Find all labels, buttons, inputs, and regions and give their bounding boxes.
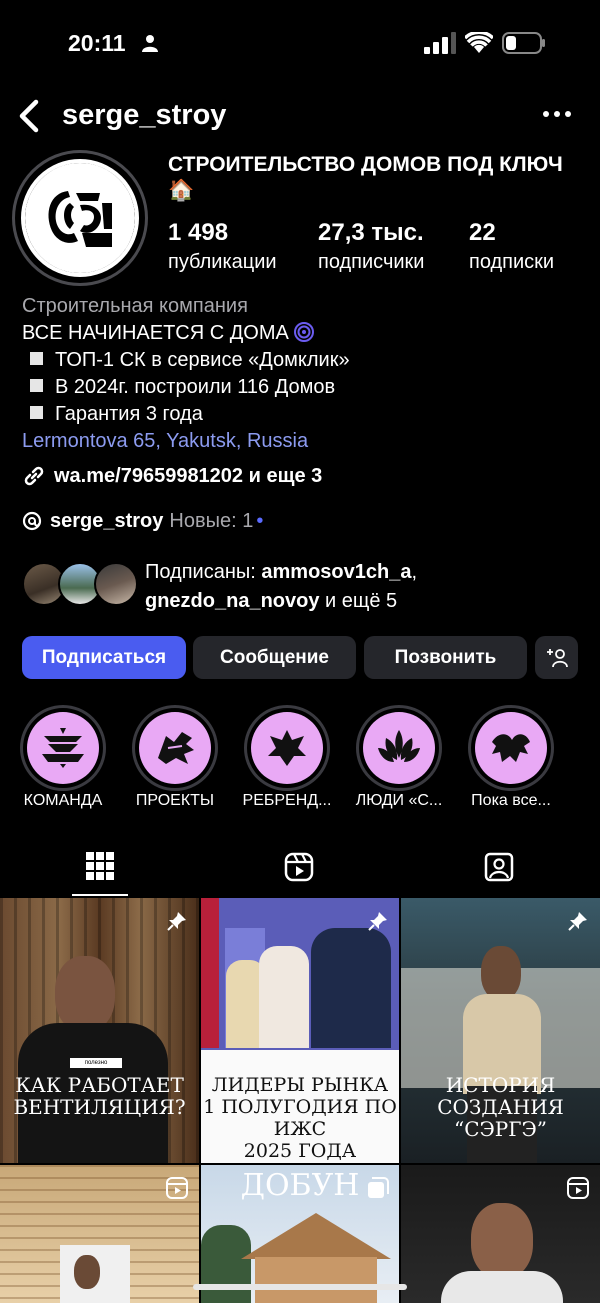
bio-line-2: ТОП-1 СК в сервисе «Домклик» xyxy=(22,347,582,374)
flower-ornament-icon xyxy=(268,730,306,766)
threads-icon xyxy=(22,511,42,531)
profile-header: serge_stroy xyxy=(0,92,600,142)
stat-followers[interactable]: 27,3 тыс. подписчики xyxy=(318,218,424,276)
fingerprint-icon xyxy=(294,322,315,342)
profile-name: СТРОИТЕЛЬСТВО ДОМОВ ПОД КЛЮЧ🏠 xyxy=(168,153,563,202)
profile-tabs xyxy=(0,842,600,898)
profile-location[interactable]: Lermontova 65, Yakutsk, Russia xyxy=(22,428,582,455)
stat-following[interactable]: 22 подписки xyxy=(469,218,554,276)
home-indicator[interactable] xyxy=(193,1284,407,1290)
highlight-people-label: ЛЮДИ «С... xyxy=(355,792,443,809)
threads-new-dot: • xyxy=(256,509,264,532)
profile-avatar[interactable] xyxy=(12,150,148,286)
highlight-team-label: КОМАНДА xyxy=(23,792,103,809)
stat-posts-value: 1 498 xyxy=(168,219,229,246)
post-tile-2[interactable]: ЛИДЕРЫ РЫНКА 1 ПОЛУГОДИЯ ПО ИЖС 2025 ГОДА xyxy=(201,898,399,1163)
post-1-title: КАК РАБОТАЕТ ВЕНТИЛЯЦИЯ? xyxy=(13,1073,186,1119)
stat-followers-value: 27,3 тыс. xyxy=(318,219,424,246)
post-tile-3[interactable]: ИСТОРИЯ СОЗДАНИЯ “СЭРГЭ” xyxy=(401,898,600,1163)
highlight-team[interactable] xyxy=(18,705,108,791)
threads-new: Новые: 1 xyxy=(169,509,254,532)
battery-icon xyxy=(502,32,545,54)
wave-ornament-icon xyxy=(492,734,530,762)
highlight-people[interactable] xyxy=(354,705,444,791)
post-3-title: ИСТОРИЯ СОЗДАНИЯ “СЭРГЭ” xyxy=(437,1073,564,1141)
stat-following-label: подписки xyxy=(469,251,555,273)
message-button[interactable]: Сообщение xyxy=(193,636,356,679)
pin-icon xyxy=(167,912,186,931)
status-bar: 20:11 xyxy=(0,0,600,90)
person-icon xyxy=(142,35,158,52)
highlight-projects[interactable] xyxy=(130,705,220,791)
highlight-rebrand-label: РЕБРЕНД... xyxy=(242,792,332,809)
tab-active-indicator xyxy=(72,894,128,896)
call-button[interactable]: Позвонить xyxy=(364,636,527,679)
ornament-icon xyxy=(42,728,84,768)
add-person-icon xyxy=(546,648,568,667)
person-head xyxy=(55,956,115,1032)
highlight-bye[interactable] xyxy=(466,705,556,791)
reels-icon[interactable] xyxy=(284,852,314,882)
profile-category: Строительная компания xyxy=(22,295,248,317)
highlight-projects-label: ПРОЕКТЫ xyxy=(135,792,215,809)
threads-badge[interactable]: serge_stroy Новые: 1 • xyxy=(22,506,263,536)
stat-posts[interactable]: 1 498 публикации xyxy=(168,218,277,276)
follow-button[interactable]: Подписаться xyxy=(22,636,186,679)
post-tile-5[interactable]: ДОБУН xyxy=(201,1165,399,1303)
post-tile-4[interactable] xyxy=(0,1165,199,1303)
stat-followers-label: подписчики xyxy=(318,251,425,273)
status-time: 20:11 xyxy=(68,30,126,56)
bio-line-4: Гарантия 3 года xyxy=(22,401,582,428)
stat-following-value: 22 xyxy=(469,219,496,246)
grid-icon[interactable] xyxy=(86,852,114,880)
wifi-icon xyxy=(465,32,493,53)
signal-icon xyxy=(424,32,456,54)
suggest-users-button[interactable] xyxy=(535,636,578,679)
stat-posts-label: публикации xyxy=(168,251,277,273)
post-badge: полезно xyxy=(70,1058,122,1068)
profile-link[interactable]: wa.me/79659981202 и еще 3 xyxy=(22,461,322,491)
brand-logo-icon xyxy=(48,191,112,247)
reel-icon xyxy=(567,1177,589,1199)
threads-handle: serge_stroy xyxy=(50,509,164,532)
pin-icon xyxy=(368,912,387,931)
followed-by-text: Подписаны: ammosov1ch_a, gnezdo_na_novoy… xyxy=(145,561,418,612)
lotus-ornament-icon xyxy=(378,730,420,762)
profile-link-text: wa.me/79659981202 и еще 3 xyxy=(54,464,323,487)
header-username: serge_stroy xyxy=(62,99,227,131)
highlight-rebrand[interactable] xyxy=(242,705,332,791)
link-icon xyxy=(24,466,44,486)
carousel-icon xyxy=(368,1177,389,1198)
profile-bio: Строительная компания ВСЕ НАЧИНАЕТСЯ С Д… xyxy=(22,293,582,455)
bio-line-1: ВСЕ НАЧИНАЕТСЯ С ДОМА xyxy=(22,320,582,347)
tagged-icon[interactable] xyxy=(484,852,514,882)
bio-line-3: В 2024г. построили 116 Домов xyxy=(22,374,582,401)
reel-icon xyxy=(166,1177,188,1199)
more-options-icon[interactable] xyxy=(540,102,574,126)
post-2-title: ЛИДЕРЫ РЫНКА 1 ПОЛУГОДИЯ ПО ИЖС 2025 ГОДА xyxy=(203,1074,397,1162)
horse-ornament-icon xyxy=(158,732,194,764)
followed-by[interactable]: Подписаны: ammosov1ch_a, gnezdo_na_novoy… xyxy=(22,558,582,614)
back-arrow-icon[interactable] xyxy=(16,98,46,134)
follower-avatar-3 xyxy=(94,562,138,606)
post-tile-1[interactable]: полезно КАК РАБОТАЕТ ВЕНТИЛЯЦИЯ? xyxy=(0,898,199,1163)
post-tile-6[interactable] xyxy=(401,1165,600,1303)
pin-icon xyxy=(568,912,587,931)
highlight-bye-label: Пока все... xyxy=(471,792,551,809)
